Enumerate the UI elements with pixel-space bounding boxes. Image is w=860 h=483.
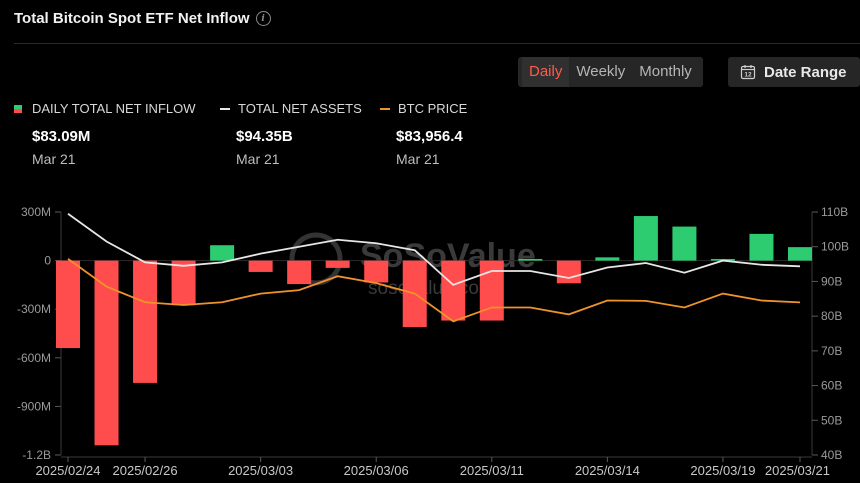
header-divider — [14, 43, 860, 44]
x-tick-label: 2025/02/26 — [113, 463, 178, 478]
right-tick-label: 60B — [821, 379, 842, 393]
x-tick-label: 2025/03/21 — [765, 463, 830, 478]
inflow-bar — [441, 260, 466, 321]
legend-assets-label: TOTAL NET ASSETS — [238, 101, 362, 116]
left-tick-label: 0 — [44, 254, 51, 268]
inflow-bar — [171, 260, 196, 306]
right-tick-label: 70B — [821, 344, 842, 358]
calendar-icon: 12 — [740, 65, 756, 80]
chart-title: Total Bitcoin Spot ETF Net Inflow — [14, 10, 250, 27]
legend-price-value: $83,956.4 — [396, 128, 463, 145]
inflow-bar — [287, 260, 312, 285]
inflow-bar — [210, 245, 235, 261]
inflow-bar — [325, 260, 350, 268]
x-tick-label: 2025/03/19 — [690, 463, 755, 478]
left-tick-label: -900M — [17, 399, 51, 413]
x-tick-label: 2025/03/14 — [575, 463, 640, 478]
x-tick-label: 2025/03/11 — [460, 463, 524, 478]
x-axis: 2025/02/24 2025/02/26 2025/03/03 2025/03/06… — [35, 456, 830, 478]
legend-inflow-value: $83.09M — [32, 128, 91, 145]
inflow-bar — [788, 247, 812, 261]
legend-price-label: BTC PRICE — [398, 101, 468, 116]
inflow-bar — [94, 260, 119, 446]
inflow-bar — [595, 257, 620, 261]
right-tick-label: 100B — [821, 240, 849, 254]
inflow-swatch — [14, 104, 22, 113]
x-tick-label: 2025/03/03 — [228, 463, 293, 478]
right-tick-label: 110B — [821, 205, 848, 219]
inflow-bar — [248, 260, 273, 272]
right-tick-label: 40B — [821, 448, 842, 462]
left-tick-label: 300M — [21, 205, 51, 219]
inflow-bar — [672, 226, 697, 261]
period-monthly-button[interactable]: Monthly — [632, 57, 699, 87]
date-range-button[interactable]: 12 Date Range — [728, 57, 860, 87]
date-range-label: Date Range — [764, 63, 847, 81]
inflow-bar — [749, 233, 774, 261]
left-tick-label: -300M — [17, 302, 51, 316]
period-daily-button[interactable]: Daily — [522, 57, 570, 87]
assets-swatch — [220, 107, 230, 110]
price-swatch — [380, 107, 390, 110]
legend-price-date: Mar 21 — [396, 151, 440, 167]
x-tick-label: 2025/02/24 — [35, 463, 100, 478]
period-selector: Daily Weekly Monthly — [518, 57, 703, 87]
left-tick-label: -600M — [17, 351, 51, 365]
right-tick-label: 50B — [821, 413, 842, 427]
inflow-bar — [479, 260, 504, 321]
legend-inflow[interactable]: DAILY TOTAL NET INFLOW $83.09M Mar 21 — [14, 101, 196, 167]
right-axis: 110B 100B 90B 80B 70B 60B 50B 40B — [811, 205, 849, 462]
legend-assets-value: $94.35B — [236, 128, 293, 145]
right-tick-label: 90B — [821, 274, 842, 288]
left-tick-label: -1.2B — [22, 448, 51, 462]
left-axis: 300M 0 -300M -600M -900M -1.2B — [17, 205, 62, 462]
inflow-bar — [556, 260, 581, 284]
info-icon[interactable]: i — [255, 11, 271, 26]
legend-inflow-date: Mar 21 — [32, 151, 76, 167]
inflow-bar — [633, 216, 658, 261]
right-tick-label: 80B — [821, 309, 842, 323]
legend-assets-date: Mar 21 — [236, 151, 280, 167]
inflow-bar — [133, 260, 158, 383]
inflow-bar — [56, 260, 80, 349]
chart-title-row: Total Bitcoin Spot ETF Net Inflow i — [14, 10, 271, 27]
etf-flow-chart[interactable]: SoSoValue sosovalue.com 300M0-300M-600M-… — [0, 195, 860, 483]
legend-inflow-label: DAILY TOTAL NET INFLOW — [32, 101, 196, 116]
legend-price[interactable]: BTC PRICE $83,956.4 Mar 21 — [380, 101, 467, 167]
x-tick-label: 2025/03/06 — [344, 463, 409, 478]
inflow-bar — [364, 260, 389, 283]
calendar-day: 12 — [744, 72, 752, 79]
period-weekly-button[interactable]: Weekly — [569, 57, 632, 87]
legend-assets[interactable]: TOTAL NET ASSETS $94.35B Mar 21 — [220, 101, 362, 167]
inflow-bar — [518, 258, 543, 261]
